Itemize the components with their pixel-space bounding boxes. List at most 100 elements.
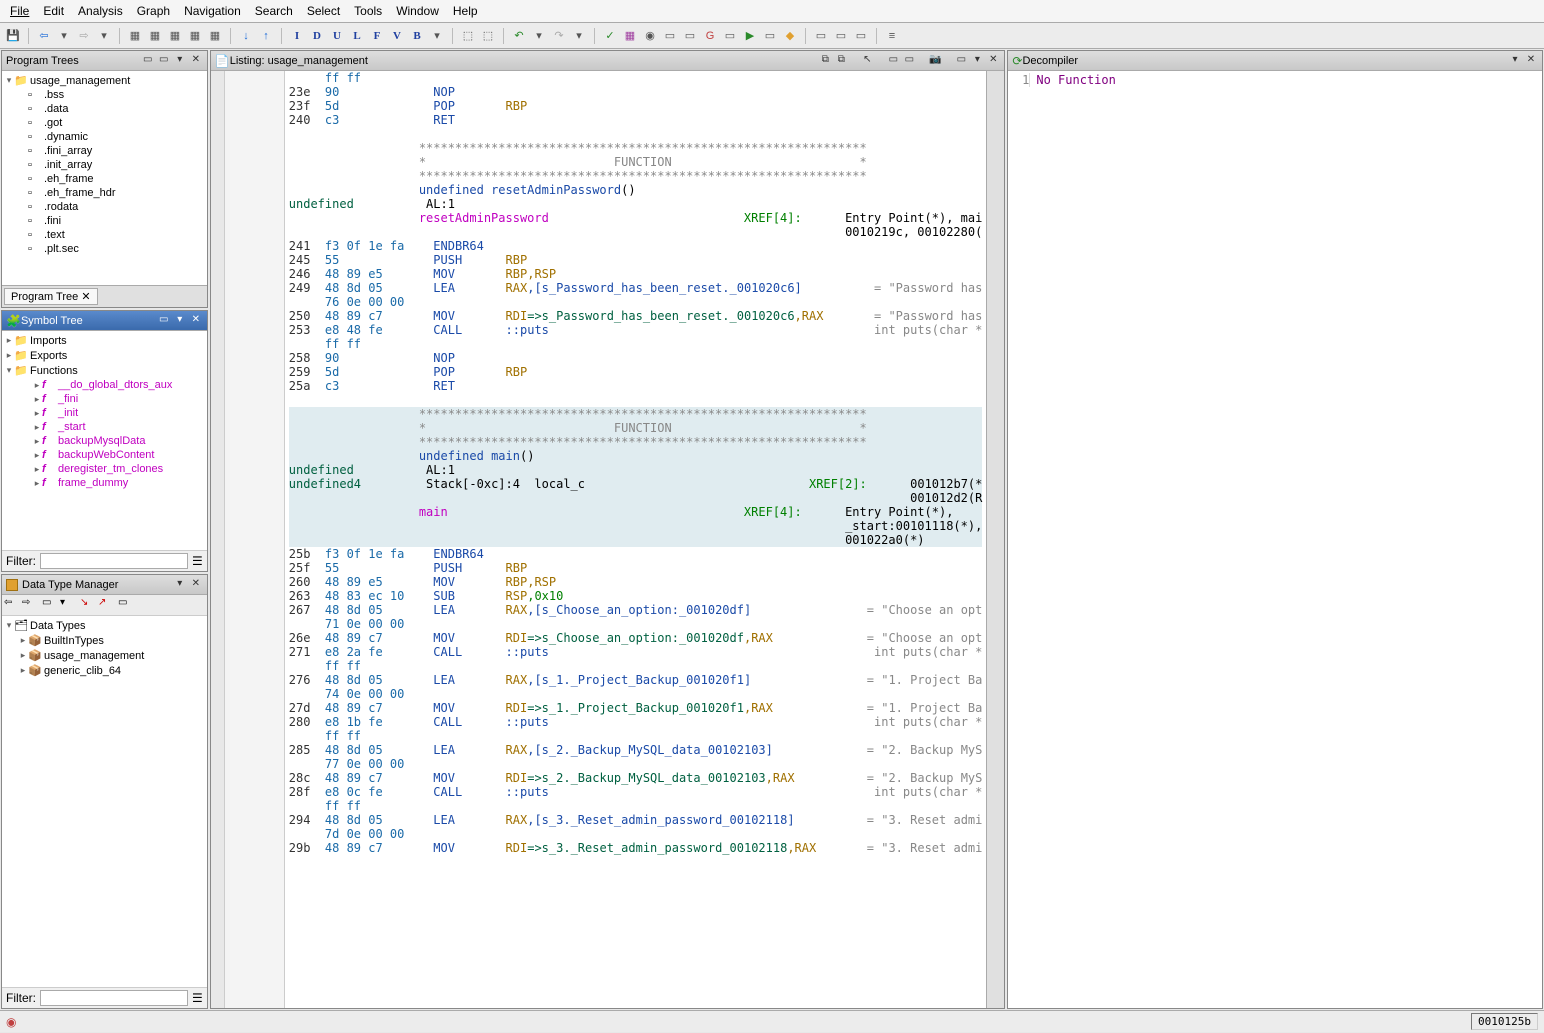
- tree-toggle-icon[interactable]: ▸: [32, 394, 42, 405]
- tree-toggle-icon[interactable]: ▾: [4, 75, 14, 86]
- undo-drop-icon[interactable]: ▾: [530, 27, 548, 45]
- letter-u-icon[interactable]: U: [328, 27, 346, 45]
- program-tree-tab[interactable]: Program Tree ✕: [4, 288, 98, 305]
- section-node[interactable]: ▫.text: [4, 228, 205, 242]
- panel-menu-icon[interactable]: ▾: [173, 54, 187, 68]
- panel-btn1-icon[interactable]: ▭: [141, 54, 155, 68]
- tree-root[interactable]: ▾ 📁 usage_management: [4, 73, 205, 88]
- section-node[interactable]: ▫.got: [4, 116, 205, 130]
- tree-toggle-icon[interactable]: ▸: [32, 380, 42, 391]
- letter-l-icon[interactable]: L: [348, 27, 366, 45]
- t1-icon[interactable]: ▭: [812, 27, 830, 45]
- fields-icon[interactable]: ▭: [954, 54, 968, 68]
- dtm-item[interactable]: ▸ 📦 usage_management: [4, 648, 205, 663]
- down-arrow-icon[interactable]: ↓: [237, 27, 255, 45]
- letter-i-icon[interactable]: I: [288, 27, 306, 45]
- fwd-icon[interactable]: ⇨: [75, 27, 93, 45]
- panel-close-icon[interactable]: ✕: [1524, 54, 1538, 68]
- section-node[interactable]: ▫.eh_frame_hdr: [4, 186, 205, 200]
- panel-close-icon[interactable]: ✕: [986, 54, 1000, 68]
- dtm-item[interactable]: ▸ 📦 BuiltInTypes: [4, 633, 205, 648]
- tree-toggle-icon[interactable]: ▸: [18, 665, 28, 676]
- field1-icon[interactable]: ▭: [886, 54, 900, 68]
- tool3-icon[interactable]: ▦: [166, 27, 184, 45]
- redo-icon[interactable]: ↷: [550, 27, 568, 45]
- menu-window[interactable]: Window: [390, 2, 445, 20]
- tool4-icon[interactable]: ▦: [186, 27, 204, 45]
- dtm-filter-input[interactable]: [40, 990, 188, 1006]
- back-icon[interactable]: ⇦: [35, 27, 53, 45]
- cursor-icon[interactable]: ↖: [860, 54, 874, 68]
- paste-icon[interactable]: ⧉: [834, 54, 848, 68]
- dtm-t4-icon[interactable]: ↗: [98, 597, 114, 613]
- menu-help[interactable]: Help: [447, 2, 484, 20]
- section-node[interactable]: ▫.eh_frame: [4, 172, 205, 186]
- section-node[interactable]: ▫.fini_array: [4, 144, 205, 158]
- field2-icon[interactable]: ▭: [902, 54, 916, 68]
- panel-close-icon[interactable]: ✕: [189, 54, 203, 68]
- g2-icon[interactable]: ▭: [661, 27, 679, 45]
- tag2-icon[interactable]: ⬚: [479, 27, 497, 45]
- letter-v-icon[interactable]: V: [388, 27, 406, 45]
- g1-icon[interactable]: ◉: [641, 27, 659, 45]
- g5-icon[interactable]: ▭: [721, 27, 739, 45]
- section-node[interactable]: ▫.data: [4, 102, 205, 116]
- tree-toggle-icon[interactable]: ▸: [32, 478, 42, 489]
- stop-icon[interactable]: ▭: [761, 27, 779, 45]
- menu-graph[interactable]: Graph: [131, 2, 176, 20]
- menu-file[interactable]: File: [4, 2, 35, 20]
- back-drop-icon[interactable]: ▾: [55, 27, 73, 45]
- menu-edit[interactable]: Edit: [37, 2, 70, 20]
- letter-f-icon[interactable]: F: [368, 27, 386, 45]
- function-node[interactable]: ▸fbackupMysqlData: [4, 434, 205, 448]
- function-node[interactable]: ▸f_fini: [4, 392, 205, 406]
- function-node[interactable]: ▸fframe_dummy: [4, 476, 205, 490]
- function-node[interactable]: ▸fderegister_tm_clones: [4, 462, 205, 476]
- tree-toggle-icon[interactable]: ▸: [32, 408, 42, 419]
- panel-close-icon[interactable]: ✕: [189, 314, 203, 328]
- symbol-folder-functions[interactable]: ▾ 📁 Functions: [4, 363, 205, 378]
- listing-scrollbar[interactable]: [986, 71, 1004, 1008]
- menu-analysis[interactable]: Analysis: [72, 2, 129, 20]
- g3-icon[interactable]: ▭: [681, 27, 699, 45]
- dtm-t3-icon[interactable]: ↘: [80, 597, 96, 613]
- dtm-item[interactable]: ▸ 📦 generic_clib_64: [4, 663, 205, 678]
- section-node[interactable]: ▫.plt.sec: [4, 242, 205, 256]
- fwd-drop-icon[interactable]: ▾: [95, 27, 113, 45]
- tree-toggle-icon[interactable]: ▸: [4, 335, 14, 346]
- symbol-folder-imports[interactable]: ▸ 📁 Imports: [4, 333, 205, 348]
- dtm-t2-icon[interactable]: ▾: [60, 597, 76, 613]
- symbol-filter-input[interactable]: [40, 553, 188, 569]
- section-node[interactable]: ▫.bss: [4, 88, 205, 102]
- filter-options-icon[interactable]: ☰: [192, 991, 203, 1005]
- panel-btn-icon[interactable]: ▭: [157, 314, 171, 328]
- tree-toggle-icon[interactable]: ▸: [32, 422, 42, 433]
- snapshot-icon[interactable]: 📷: [928, 54, 942, 68]
- panel-menu-icon[interactable]: ▾: [970, 54, 984, 68]
- t2-icon[interactable]: ▭: [832, 27, 850, 45]
- copy-icon[interactable]: ⧉: [818, 54, 832, 68]
- tool2-icon[interactable]: ▦: [146, 27, 164, 45]
- listing-content[interactable]: ff ff 23e 90 NOP 23f 5d POP RBP240 c3 RE…: [285, 71, 987, 1008]
- tree-toggle-icon[interactable]: ▸: [32, 436, 42, 447]
- menu-search[interactable]: Search: [249, 2, 299, 20]
- decompiler-body[interactable]: 1No Function: [1008, 71, 1542, 1008]
- panel-menu-icon[interactable]: ▾: [1508, 54, 1522, 68]
- script-icon[interactable]: ≡: [883, 27, 901, 45]
- function-node[interactable]: ▸fbackupWebContent: [4, 448, 205, 462]
- g4-icon[interactable]: G: [701, 27, 719, 45]
- letter-d-icon[interactable]: D: [308, 27, 326, 45]
- tool1-icon[interactable]: ▦: [126, 27, 144, 45]
- panel-btn2-icon[interactable]: ▭: [157, 54, 171, 68]
- dtm-t5-icon[interactable]: ▭: [118, 597, 134, 613]
- function-node[interactable]: ▸f_start: [4, 420, 205, 434]
- letter-b-icon[interactable]: B: [408, 27, 426, 45]
- listing-body[interactable]: ff ff 23e 90 NOP 23f 5d POP RBP240 c3 RE…: [211, 71, 1005, 1008]
- tab-close-icon[interactable]: ✕: [81, 291, 90, 303]
- save-icon[interactable]: 💾: [4, 27, 22, 45]
- symbol-folder-exports[interactable]: ▸ 📁 Exports: [4, 348, 205, 363]
- tree-toggle-icon[interactable]: ▾: [4, 365, 14, 376]
- function-node[interactable]: ▸f__do_global_dtors_aux: [4, 378, 205, 392]
- tree-toggle-icon[interactable]: ▸: [32, 464, 42, 475]
- tree-toggle-icon[interactable]: ▸: [18, 650, 28, 661]
